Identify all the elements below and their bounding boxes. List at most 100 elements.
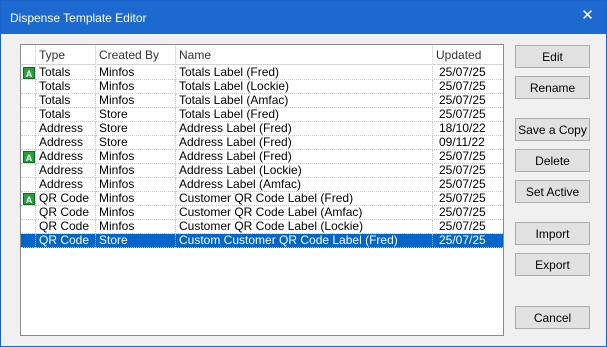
close-icon[interactable]: ✕ [569, 1, 606, 29]
row-created-by-cell: Minfos [96, 192, 176, 206]
row-updated-cell: 25/07/25 [439, 178, 486, 191]
row-updated-cell: 25/07/25 [439, 164, 486, 177]
row-created-by-cell: Store [96, 234, 176, 248]
column-header-name[interactable]: Name [176, 45, 433, 65]
row-status-cell [21, 206, 36, 220]
table-row[interactable]: QR Code Minfos Customer QR Code Label (Amf… [21, 206, 503, 220]
row-name-cell: Address Label (Lockie) [176, 164, 433, 178]
table-row[interactable]: Totals Minfos Totals Label (Lockie) 25/07/2… [21, 80, 503, 94]
row-name-cell: Customer QR Code Label (Amfac) [176, 206, 433, 220]
row-type-cell: QR Code [36, 220, 96, 234]
row-name-cell: Totals Label (Lockie) [176, 80, 433, 94]
row-name-cell: Address Label (Fred) [176, 150, 433, 164]
table-row[interactable]: Totals Minfos Totals Label (Amfac) 25/07/25 [21, 94, 503, 108]
row-name-cell: Totals Label (Fred) [176, 66, 433, 80]
table-row[interactable]: A Address Minfos Address Label (Fred) 25/07/… [21, 150, 503, 164]
save-a-copy-button[interactable]: Save a Copy [515, 118, 590, 141]
row-created-by-cell: Minfos [96, 66, 176, 80]
row-status-cell: A [21, 192, 36, 206]
table-row[interactable]: Address Store Address Label (Fred) 09/11/22 [21, 136, 503, 150]
list-header: Type Created By Name Updated [21, 45, 503, 65]
row-name-cell: Customer QR Code Label (Fred) [176, 192, 433, 206]
column-header-created-by[interactable]: Created By [96, 45, 176, 65]
row-created-by-cell: Minfos [96, 178, 176, 192]
column-header-type[interactable]: Type [36, 45, 96, 65]
cancel-button[interactable]: Cancel [515, 306, 590, 329]
row-status-cell [21, 80, 36, 94]
table-row[interactable]: Totals Store Totals Label (Fred) 25/07/25 [21, 108, 503, 122]
edit-button[interactable]: Edit [515, 45, 590, 68]
row-updated-cell: 25/07/25 [439, 66, 486, 79]
row-name-cell: Custom Customer QR Code Label (Fred) [176, 234, 433, 248]
row-type-cell: QR Code [36, 192, 96, 206]
row-type-cell: Address [36, 150, 96, 164]
row-name-cell: Address Label (Amfac) [176, 178, 433, 192]
row-name-cell: Totals Label (Fred) [176, 108, 433, 122]
row-status-cell [21, 94, 36, 108]
delete-button[interactable]: Delete [515, 149, 590, 172]
row-type-cell: Address [36, 122, 96, 136]
table-row[interactable]: A Totals Minfos Totals Label (Fred) 25/07/25 [21, 66, 503, 80]
row-created-by-cell: Minfos [96, 164, 176, 178]
active-template-icon: A [23, 151, 35, 163]
row-name-cell: Totals Label (Amfac) [176, 94, 433, 108]
row-status-cell [21, 234, 36, 248]
row-type-cell: QR Code [36, 234, 96, 248]
row-created-by-cell: Minfos [96, 94, 176, 108]
row-created-by-cell: Minfos [96, 220, 176, 234]
row-name-cell: Address Label (Fred) [176, 136, 433, 150]
table-row[interactable]: Address Minfos Address Label (Lockie) 25/07… [21, 164, 503, 178]
rename-button[interactable]: Rename [515, 76, 590, 99]
row-type-cell: QR Code [36, 206, 96, 220]
row-updated-cell: 25/07/25 [439, 150, 486, 163]
column-header-updated[interactable]: Updated [433, 45, 503, 65]
row-created-by-cell: Store [96, 108, 176, 122]
row-updated-cell: 25/07/25 [439, 220, 486, 233]
row-created-by-cell: Minfos [96, 80, 176, 94]
window-title: Dispense Template Editor [10, 11, 147, 25]
row-updated-cell: 25/07/25 [439, 108, 486, 121]
active-template-icon: A [23, 193, 35, 205]
row-status-cell [21, 108, 36, 122]
row-type-cell: Totals [36, 80, 96, 94]
row-status-cell [21, 122, 36, 136]
table-row[interactable]: QR Code Store Custom Customer QR Code Labe… [21, 234, 503, 248]
row-created-by-cell: Store [96, 122, 176, 136]
row-status-cell: A [21, 150, 36, 164]
row-created-by-cell: Minfos [96, 150, 176, 164]
row-created-by-cell: Store [96, 136, 176, 150]
row-updated-cell: 25/07/25 [439, 94, 486, 107]
table-row[interactable]: Address Minfos Address Label (Amfac) 25/07/… [21, 178, 503, 192]
row-type-cell: Address [36, 164, 96, 178]
title-bar: Dispense Template Editor ✕ [1, 1, 606, 34]
row-updated-cell: 25/07/25 [439, 192, 486, 205]
row-status-cell [21, 164, 36, 178]
export-button[interactable]: Export [515, 253, 590, 276]
row-type-cell: Totals [36, 66, 96, 80]
row-name-cell: Customer QR Code Label (Lockie) [176, 220, 433, 234]
row-type-cell: Totals [36, 94, 96, 108]
active-template-icon: A [23, 67, 35, 79]
row-updated-cell: 25/07/25 [439, 234, 486, 247]
row-updated-cell: 09/11/22 [439, 136, 485, 149]
template-list[interactable]: Type Created By Name Updated A Totals Minf… [20, 44, 504, 336]
dispense-template-editor-window: Dispense Template Editor ✕ Type Created … [0, 0, 607, 347]
row-updated-cell: 18/10/22 [439, 122, 486, 135]
table-row[interactable]: Address Store Address Label (Fred) 18/10/22 [21, 122, 503, 136]
column-header-status[interactable] [21, 45, 36, 65]
row-updated-cell: 25/07/25 [439, 80, 486, 93]
row-status-cell [21, 220, 36, 234]
table-row[interactable]: QR Code Minfos Customer QR Code Label (Loc… [21, 220, 503, 234]
row-created-by-cell: Minfos [96, 206, 176, 220]
table-row[interactable]: A QR Code Minfos Customer QR Code Label (Fr… [21, 192, 503, 206]
row-type-cell: Address [36, 136, 96, 150]
row-type-cell: Totals [36, 108, 96, 122]
row-status-cell: A [21, 66, 36, 80]
row-status-cell [21, 178, 36, 192]
import-button[interactable]: Import [515, 222, 590, 245]
row-type-cell: Address [36, 178, 96, 192]
row-updated-cell: 25/07/25 [439, 206, 486, 219]
set-active-button[interactable]: Set Active [515, 180, 590, 203]
row-status-cell [21, 136, 36, 150]
row-name-cell: Address Label (Fred) [176, 122, 433, 136]
